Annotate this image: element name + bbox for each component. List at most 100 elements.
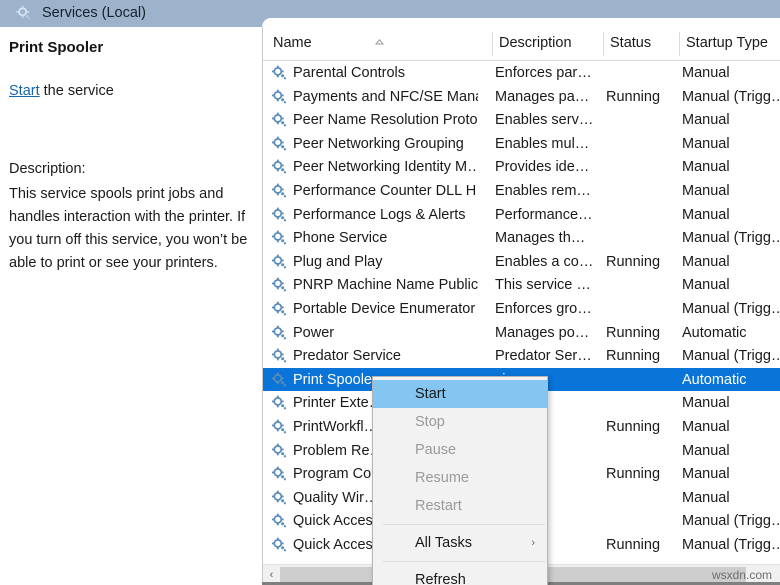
service-action-line: Start the service: [9, 83, 114, 99]
cell-service-startup-type: Automatic: [682, 371, 747, 388]
service-gear-icon: [271, 89, 287, 105]
services-window: Services (Local) Print Spooler Start the…: [0, 0, 780, 585]
cell-service-startup-type: Manual (Trigg…: [682, 88, 780, 105]
cell-service-startup-type: Manual: [682, 206, 730, 223]
column-divider-3[interactable]: [679, 32, 680, 56]
context-menu-item-label: Restart: [415, 498, 462, 514]
cell-service-description: Enables rem…: [495, 182, 591, 199]
context-menu-item-label: Start: [415, 386, 446, 402]
sort-ascending-icon: [374, 32, 385, 45]
context-menu-item-label: Resume: [415, 470, 469, 486]
table-row[interactable]: Portable Device Enumerator … Enforces gro…: [263, 297, 780, 321]
cell-service-name: Peer Name Resolution Proto…: [293, 112, 478, 129]
cell-service-startup-type: Manual (Trigg…: [682, 513, 780, 530]
column-header-status[interactable]: Status: [610, 35, 651, 51]
table-row[interactable]: Peer Networking Identity M… Provides ide……: [263, 155, 780, 179]
table-row[interactable]: Payments and NFC/SE Mana… Manages pa… Runn…: [263, 85, 780, 109]
cell-service-startup-type: Manual: [682, 395, 730, 412]
cell-service-status: Running: [606, 253, 661, 270]
table-row[interactable]: PNRP Machine Name Public… This service … M…: [263, 273, 780, 297]
table-row[interactable]: Parental Controls Enforces par… Manual: [263, 61, 780, 85]
context-menu-item-label: Pause: [415, 442, 457, 458]
context-menu-item-refresh[interactable]: Refresh: [373, 566, 547, 585]
service-gear-icon: [271, 419, 287, 435]
chevron-right-icon: ›: [531, 537, 535, 549]
service-gear-icon: [271, 490, 287, 506]
table-row[interactable]: Phone Service Manages th… Manual (Trigg…: [263, 226, 780, 250]
cell-service-startup-type: Automatic: [682, 324, 747, 341]
table-row[interactable]: Performance Counter DLL H… Enables rem… Ma…: [263, 179, 780, 203]
cell-service-description: Enables a co…: [495, 253, 594, 270]
cell-service-description: Manages th…: [495, 230, 586, 247]
service-gear-icon: [271, 136, 287, 152]
cell-service-status: Running: [606, 348, 661, 365]
context-menu-item-label: All Tasks: [415, 535, 472, 551]
cell-service-status: Running: [606, 88, 661, 105]
cell-service-name: Plug and Play: [293, 253, 383, 270]
service-gear-icon: [271, 277, 287, 293]
cell-service-startup-type: Manual: [682, 159, 730, 176]
watermark: wsxdn.com: [711, 568, 772, 582]
table-row[interactable]: Peer Name Resolution Proto… Enables serv……: [263, 108, 780, 132]
cell-service-startup-type: Manual: [682, 418, 730, 435]
table-row[interactable]: Peer Networking Grouping Enables mul… Manu…: [263, 132, 780, 156]
cell-service-name: Parental Controls: [293, 65, 406, 81]
cell-service-description: Performance…: [495, 206, 593, 223]
column-divider-2[interactable]: [603, 32, 604, 56]
table-row[interactable]: Performance Logs & Alerts Performance… Man…: [263, 203, 780, 227]
cell-service-name: Payments and NFC/SE Mana…: [293, 88, 478, 105]
service-gear-icon: [271, 466, 287, 482]
cell-service-startup-type: Manual (Trigg…: [682, 230, 780, 247]
cell-service-status: Running: [606, 324, 661, 341]
context-menu-item-resume: Resume: [373, 464, 547, 492]
cell-service-description: Predator Ser…: [495, 348, 592, 365]
gear-icon: [15, 5, 32, 22]
cell-service-name: Performance Counter DLL H…: [293, 182, 478, 199]
column-header-name[interactable]: Name: [273, 35, 312, 51]
cell-service-name: Power: [293, 324, 335, 341]
cell-service-name: PNRP Machine Name Public…: [293, 277, 478, 294]
table-row[interactable]: Plug and Play Enables a co… Running Manual: [263, 250, 780, 274]
service-gear-icon: [271, 395, 287, 411]
service-gear-icon: [271, 301, 287, 317]
column-header-description[interactable]: Description: [499, 35, 572, 51]
context-menu-item-all-tasks[interactable]: All Tasks ›: [373, 529, 547, 557]
column-divider-1[interactable]: [492, 32, 493, 56]
cell-service-startup-type: Manual: [682, 277, 730, 294]
service-gear-icon: [271, 65, 287, 81]
context-menu-item-restart: Restart: [373, 492, 547, 520]
cell-service-startup-type: Manual: [682, 182, 730, 199]
cell-service-description: Manages po…: [495, 324, 590, 341]
list-pane-tab-notch: [262, 18, 780, 27]
service-gear-icon: [271, 254, 287, 270]
action-suffix-text: the service: [39, 83, 114, 99]
service-gear-icon: [271, 159, 287, 175]
service-gear-icon: [271, 207, 287, 223]
service-gear-icon: [271, 443, 287, 459]
column-header-startup-type[interactable]: Startup Type: [686, 35, 768, 51]
table-row[interactable]: Predator Service Predator Ser… Running Manu…: [263, 344, 780, 368]
service-gear-icon: [271, 112, 287, 128]
cell-service-startup-type: Manual: [682, 135, 730, 152]
cell-service-startup-type: Manual: [682, 489, 730, 506]
cell-service-startup-type: Manual (Trigg…: [682, 536, 780, 553]
service-context-menu: Start Stop Pause Resume Restart All Tasks › Ref…: [372, 376, 548, 585]
cell-service-description: Enforces par…: [495, 65, 592, 81]
service-gear-icon: [271, 537, 287, 553]
context-menu-item-label: Stop: [415, 414, 445, 430]
cell-service-startup-type: Manual: [682, 112, 730, 129]
table-row[interactable]: Power Manages po… Running Automatic: [263, 321, 780, 345]
cell-service-name: Performance Logs & Alerts: [293, 206, 466, 223]
cell-service-startup-type: Manual: [682, 466, 730, 483]
context-menu-item-pause: Pause: [373, 436, 547, 464]
context-menu-item-start[interactable]: Start: [373, 380, 547, 408]
cell-service-description: Enables mul…: [495, 135, 590, 152]
cell-service-description: Provides ide…: [495, 159, 590, 176]
cell-service-status: Running: [606, 418, 661, 435]
service-gear-icon: [271, 513, 287, 529]
cell-service-startup-type: Manual (Trigg…: [682, 348, 780, 365]
cell-service-name: Predator Service: [293, 348, 401, 365]
start-service-link[interactable]: Start: [9, 83, 40, 99]
service-gear-icon: [271, 348, 287, 364]
context-menu-item-label: Refresh: [415, 572, 466, 585]
